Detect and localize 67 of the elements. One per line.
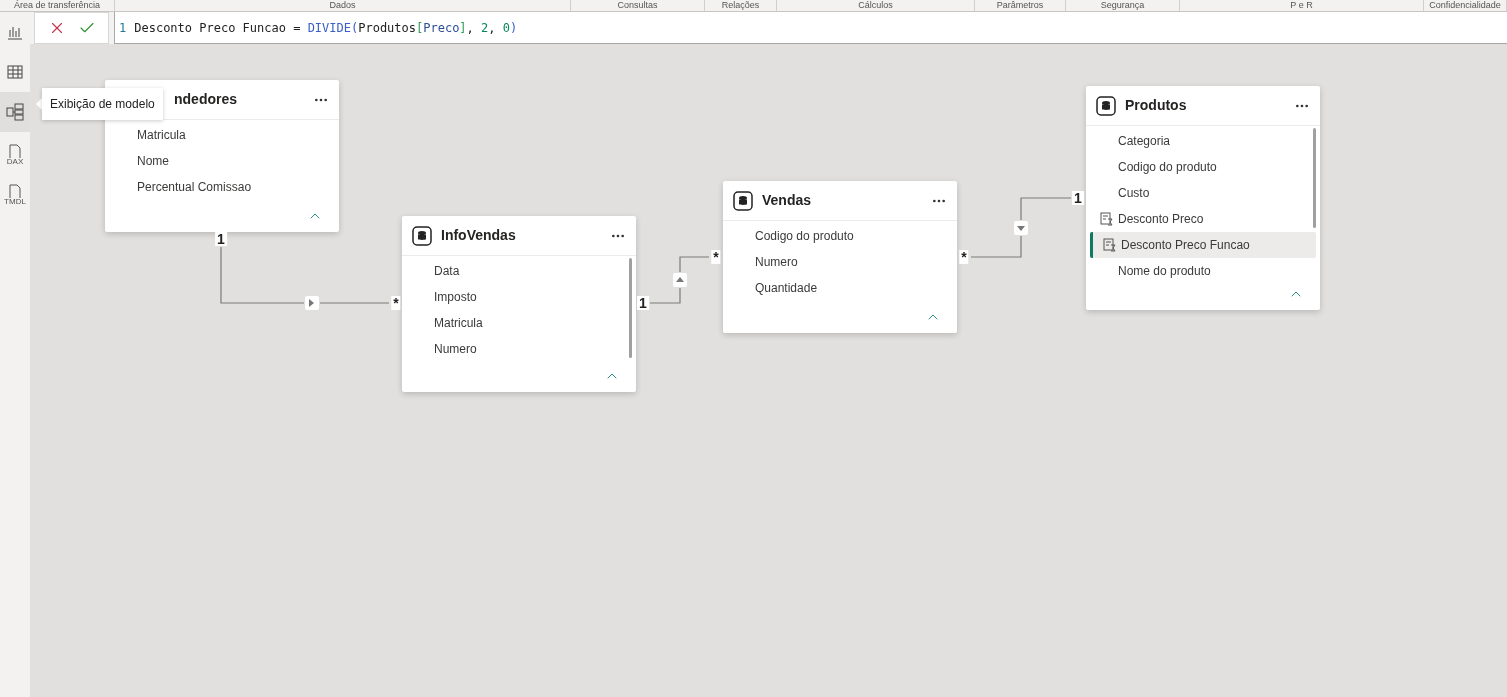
field-row[interactable]: Data — [406, 258, 632, 284]
cardinality-label: 1 — [1072, 191, 1084, 205]
field-row[interactable]: Categoria — [1090, 128, 1316, 154]
field-row[interactable]: Codigo do produto — [727, 223, 953, 249]
ribbon-group-label: P e R — [1180, 0, 1424, 11]
field-name: Desconto Preco — [1118, 211, 1204, 228]
model-icon — [6, 103, 24, 121]
field-row[interactable]: Custo — [1090, 180, 1316, 206]
table-card[interactable]: Produtos Categoria Codigo do produto Custo Desconto Preco Desconto Preco Funcao Nome do produto — [1086, 86, 1320, 310]
cardinality-label: * — [711, 250, 721, 264]
ribbon-group-label: Cálculos — [777, 0, 975, 11]
field-name: Nome — [137, 153, 169, 170]
field-row[interactable]: Percentual Comissao — [109, 174, 335, 200]
field-name: Categoria — [1118, 133, 1171, 150]
field-name: Matricula — [137, 127, 186, 144]
field-name: Percentual Comissao — [137, 179, 252, 196]
field-name: Desconto Preco Funcao — [1121, 237, 1250, 254]
field-row[interactable]: Desconto Preco — [1090, 206, 1316, 232]
line-number: 1 — [119, 19, 127, 37]
table-card[interactable]: Vendas Codigo do produto Numero Quantidade — [723, 181, 957, 333]
field-name: Quantidade — [755, 280, 818, 297]
formula-text: Desconto Preco Funcao = DIVIDE(Produtos[Preco], 2, 0) — [134, 19, 518, 37]
field-row[interactable]: Numero — [727, 249, 953, 275]
measure-icon — [1103, 238, 1117, 252]
table-title: Vendas — [762, 191, 812, 210]
cardinality-label: 1 — [637, 296, 649, 310]
table-title: Produtos — [1125, 96, 1187, 115]
formula-editor[interactable]: 1 Desconto Preco Funcao = DIVIDE(Produtos[Preco], 2, 0) — [114, 12, 1507, 44]
field-row[interactable]: Nome — [109, 148, 335, 174]
file-view-button[interactable]: DAX — [0, 132, 30, 172]
table-title: ndedores — [174, 90, 237, 109]
file-view-button[interactable]: TMDL — [0, 172, 30, 212]
field-row[interactable]: Desconto Preco Funcao — [1090, 232, 1316, 258]
field-name: Custo — [1118, 185, 1150, 202]
table-card[interactable]: InfoVendas Data Imposto Matricula Numero — [402, 216, 636, 392]
ribbon-group-label: Segurança — [1066, 0, 1180, 11]
table-title: InfoVendas — [441, 226, 516, 245]
scrollbar[interactable] — [629, 258, 632, 358]
cardinality-label: * — [391, 296, 401, 310]
scrollbar[interactable] — [1313, 128, 1316, 228]
cardinality-label: * — [959, 250, 969, 264]
ribbon-group-label: Consultas — [571, 0, 705, 11]
field-name: Nome do produto — [1118, 263, 1211, 280]
field-name: Codigo do produto — [755, 228, 854, 245]
cardinality-label: 1 — [215, 232, 227, 246]
ribbon-group-label: Confidencialidade — [1424, 0, 1507, 11]
ribbon-group-label: Parâmetros — [975, 0, 1066, 11]
field-row[interactable]: Nome do produto — [1090, 258, 1316, 284]
field-row[interactable]: Matricula — [109, 122, 335, 148]
field-row[interactable]: Quantidade — [727, 275, 953, 301]
view-button[interactable] — [0, 92, 30, 132]
ribbon-group-label: Relações — [705, 0, 777, 11]
field-name: Imposto — [434, 289, 477, 306]
field-name: Codigo do produto — [1118, 159, 1217, 176]
field-name: Numero — [434, 341, 477, 358]
field-name: Data — [434, 263, 460, 280]
ribbon-group-label: Dados — [115, 0, 571, 11]
field-name: Matricula — [434, 315, 483, 332]
ribbon-group-label: Área de transferência — [0, 0, 115, 11]
field-row[interactable]: Numero — [406, 336, 632, 362]
field-row[interactable]: Matricula — [406, 310, 632, 336]
field-row[interactable]: Codigo do produto — [1090, 154, 1316, 180]
table-icon — [6, 63, 24, 81]
field-row[interactable]: Imposto — [406, 284, 632, 310]
tooltip: Exibição de modelo — [42, 88, 163, 120]
measure-icon — [1100, 212, 1114, 226]
field-name: Numero — [755, 254, 798, 271]
